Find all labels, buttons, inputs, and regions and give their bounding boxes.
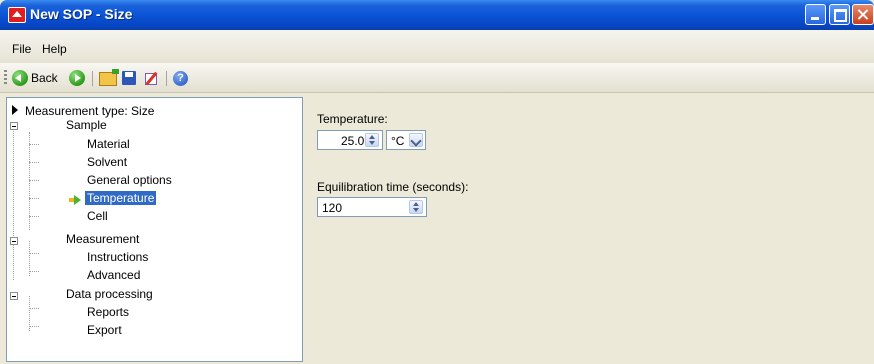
equilibration-value: 120 [322, 201, 343, 215]
back-label: Back [31, 71, 58, 85]
temperature-unit: °C [391, 134, 405, 148]
tree-item-temperature[interactable]: Temperature [85, 191, 157, 205]
toolbar-separator [92, 71, 93, 86]
temperature-input[interactable]: 25.0 [317, 130, 383, 150]
menu-help[interactable]: Help [42, 42, 67, 56]
collapse-icon[interactable] [10, 237, 18, 245]
temperature-spinner[interactable] [365, 133, 379, 147]
equilibration-label: Equilibration time (seconds): [317, 180, 469, 194]
tree-line [29, 162, 39, 163]
toolbar-grip[interactable] [4, 70, 7, 86]
tree-item-export[interactable]: Export [87, 323, 122, 337]
expand-arrow-icon[interactable] [12, 105, 18, 115]
back-arrow-icon [12, 70, 28, 86]
temperature-value: 25.0 [341, 134, 365, 148]
app-icon [8, 7, 26, 23]
open-folder-icon [99, 69, 119, 86]
open-button[interactable] [99, 69, 119, 86]
tree-line [29, 216, 39, 217]
maximize-button[interactable] [829, 4, 850, 25]
tree-item-general-options[interactable]: General options [87, 173, 172, 187]
tree-line [29, 271, 39, 272]
collapse-icon[interactable] [10, 292, 18, 300]
tree-line [29, 198, 39, 199]
temperature-unit-select[interactable]: °C [386, 130, 426, 150]
tree-item-material[interactable]: Material [87, 137, 130, 151]
save-button[interactable] [122, 71, 136, 85]
edit-icon [144, 71, 160, 85]
edit-button[interactable] [144, 71, 160, 85]
help-icon: ? [173, 71, 188, 86]
equilibration-input[interactable]: 120 [317, 197, 427, 217]
equilibration-spinner[interactable] [409, 200, 423, 214]
collapse-icon[interactable] [10, 122, 18, 130]
tree-group-sample[interactable]: Sample [66, 118, 107, 132]
help-button[interactable]: ? [173, 71, 188, 86]
forward-button[interactable] [69, 70, 85, 86]
chevron-down-icon[interactable] [409, 133, 423, 147]
tree-line [29, 253, 39, 254]
tree-item-reports[interactable]: Reports [87, 305, 129, 319]
forward-arrow-icon [69, 70, 85, 86]
minimize-button[interactable] [805, 4, 826, 25]
tree-line [29, 144, 39, 145]
tree-line [29, 308, 39, 309]
current-arrow-icon [69, 195, 81, 205]
tree-item-instructions[interactable]: Instructions [87, 250, 148, 264]
title-bar[interactable]: New SOP - Size [0, 0, 874, 30]
toolbar: Back ? [0, 63, 874, 93]
tree-line [29, 326, 39, 327]
menu-bar: File Help [0, 30, 874, 63]
menu-file[interactable]: File [12, 42, 31, 56]
close-button[interactable] [852, 4, 874, 25]
tree-line [13, 126, 14, 280]
back-button[interactable]: Back [12, 70, 58, 86]
sop-tree[interactable]: Measurement type: Size Sample Material S… [6, 97, 303, 362]
tree-group-data-processing[interactable]: Data processing [66, 287, 153, 301]
tree-item-cell[interactable]: Cell [87, 209, 108, 223]
window-title: New SOP - Size [30, 6, 133, 22]
toolbar-separator [166, 71, 167, 86]
tree-item-solvent[interactable]: Solvent [87, 155, 127, 169]
tree-group-measurement[interactable]: Measurement [66, 232, 139, 246]
tree-item-advanced[interactable]: Advanced [87, 268, 140, 282]
tree-line [29, 180, 39, 181]
tree-root[interactable]: Measurement type: Size [25, 104, 154, 118]
temperature-label: Temperature: [317, 112, 388, 126]
save-icon [122, 71, 136, 85]
